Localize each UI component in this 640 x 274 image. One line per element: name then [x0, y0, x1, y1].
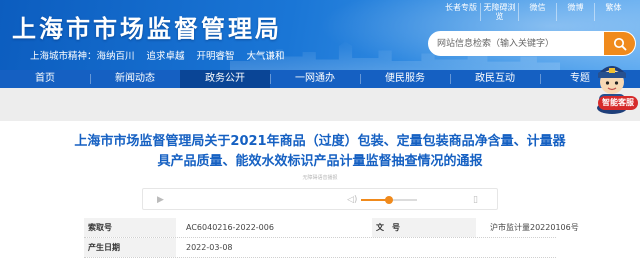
wechat-link[interactable]: 微信 — [518, 3, 556, 21]
nav-government-affairs[interactable]: 政务公开 — [180, 70, 270, 88]
nav-online-services[interactable]: 一网通办 — [270, 70, 360, 88]
document-number-label: 文 号 — [372, 218, 476, 237]
site-title[interactable]: 上海市市场监督管理局 — [12, 9, 282, 44]
audio-player-caption: 无障碍语音播报 — [302, 175, 338, 181]
article-title-line-2: 具产品质量、能效水效标识产品计量监督抽查情况的通报 — [157, 154, 483, 169]
progress-track[interactable] — [361, 196, 417, 204]
audio-player: ▶ ◁) ▯ — [142, 188, 498, 210]
search-icon — [613, 37, 627, 50]
city-spirit-slogans: 上海城市精神：海纳百川 追求卓越 开明睿智 大气谦和 — [30, 48, 285, 62]
article-title-line-1: 上海市市场监督管理局关于2021年商品（过度）包装、定量包装商品净含量、计量器 — [74, 134, 566, 149]
slogan-3: 开明睿智 — [196, 51, 235, 62]
nav-news[interactable]: 新闻动态 — [90, 70, 180, 88]
nav-public-services[interactable]: 便民服务 — [360, 70, 450, 88]
article-title: 上海市市场监督管理局关于2021年商品（过度）包装、定量包装商品净含量、计量器 … — [70, 132, 570, 172]
accessibility-link[interactable]: 无障碍浏览 — [480, 3, 518, 21]
issue-date-label: 产生日期 — [84, 238, 176, 257]
volume-icon[interactable]: ◁) — [347, 195, 357, 205]
site-search — [428, 31, 636, 56]
play-icon[interactable]: ▶ — [157, 195, 164, 205]
search-button[interactable] — [604, 32, 635, 55]
table-row: 产生日期 2022-03-08 — [84, 238, 556, 258]
document-number-value: 沪市监计量2022­0106号 — [490, 223, 579, 232]
main-nav: 首页 新闻动态 政务公开 一网通办 便民服务 政民互动 专题 — [0, 70, 640, 88]
top-utility-links: 长者专版 无障碍浏览 微信 微博 繁体 — [442, 3, 632, 21]
slogan-2: 追求卓越 — [146, 51, 185, 62]
slogan-4: 大气谦和 — [246, 51, 285, 62]
index-number-label: 索取号 — [84, 218, 176, 237]
elderly-version-link[interactable]: 长者专版 — [442, 3, 480, 21]
issue-date-value: 2022-03-08 — [186, 243, 233, 252]
smart-customer-service-label[interactable]: 智能客服 — [598, 96, 638, 110]
index-number-value: AC6040216-2022-006 — [186, 223, 274, 232]
site-header: 上海市市场监督管理局 上海城市精神：海纳百川 追求卓越 开明睿智 大气谦和 长者… — [0, 0, 640, 70]
table-row: 索取号 AC6040216-2022-006 文 号 沪市监计量2022­010… — [84, 218, 579, 238]
progress-handle[interactable] — [385, 196, 393, 204]
breadcrumb-band — [0, 88, 640, 121]
more-options-icon[interactable]: ▯ — [473, 195, 478, 205]
search-input[interactable] — [429, 32, 605, 55]
traditional-chinese-link[interactable]: 繁体 — [594, 3, 632, 21]
slogan-1: 上海城市精神：海纳百川 — [30, 51, 135, 62]
nav-interaction[interactable]: 政民互动 — [450, 70, 540, 88]
weibo-link[interactable]: 微博 — [556, 3, 594, 21]
document-info-table: 索取号 AC6040216-2022-006 文 号 沪市监计量2022­010… — [84, 218, 579, 258]
nav-home[interactable]: 首页 — [0, 70, 90, 88]
